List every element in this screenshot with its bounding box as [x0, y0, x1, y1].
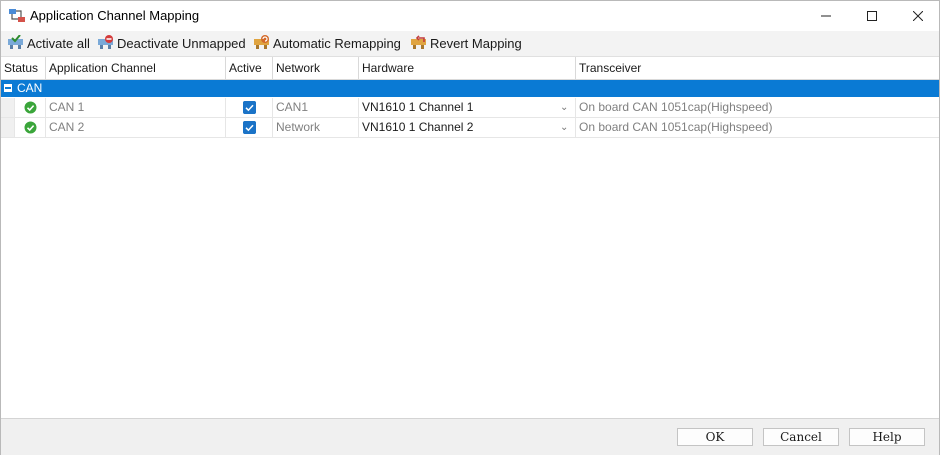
deactivate-unmapped-button[interactable]: Deactivate Unmapped [97, 34, 246, 53]
automatic-remapping-icon [254, 35, 269, 49]
application-channel-cell: CAN 2 [46, 118, 226, 137]
transceiver-cell: On board CAN 1051cap(Highspeed) [579, 120, 773, 134]
status-ok-icon [24, 121, 37, 134]
transceiver-cell: On board CAN 1051cap(Highspeed) [579, 100, 773, 114]
revert-mapping-icon [411, 35, 426, 49]
status-cell [15, 118, 46, 137]
maximize-button[interactable] [849, 1, 895, 31]
network-cell[interactable]: CAN1 [273, 98, 359, 117]
ok-button[interactable]: OK [677, 428, 753, 446]
table-row[interactable]: CAN 1 CAN1 VN1610 1 Channel 1 ⌄ On board… [1, 98, 939, 118]
close-button[interactable] [895, 1, 940, 31]
channel-mapping-grid: Status Application Channel Active Networ… [1, 57, 939, 418]
column-header-network[interactable]: Network [273, 57, 359, 79]
automatic-remapping-label: Automatic Remapping [273, 36, 401, 51]
grid-header: Status Application Channel Active Networ… [1, 57, 939, 80]
application-channel-cell: CAN 1 [46, 98, 226, 117]
deactivate-unmapped-label: Deactivate Unmapped [117, 36, 246, 51]
dialog-footer: OK Cancel Help [1, 418, 939, 455]
network-cell[interactable]: Network [273, 118, 359, 137]
column-header-hardware[interactable]: Hardware [359, 57, 576, 79]
table-row[interactable]: CAN 2 Network VN1610 1 Channel 2 ⌄ On bo… [1, 118, 939, 138]
status-cell [15, 98, 46, 117]
chevron-down-icon[interactable]: ⌄ [560, 118, 568, 137]
hardware-select[interactable]: VN1610 1 Channel 2 ⌄ [359, 118, 576, 137]
activate-all-label: Activate all [27, 36, 90, 51]
title-bar[interactable]: Application Channel Mapping [1, 1, 939, 31]
hardware-value: VN1610 1 Channel 2 [362, 120, 474, 134]
status-ok-icon [24, 101, 37, 114]
column-header-active[interactable]: Active [226, 57, 273, 79]
close-icon [913, 11, 923, 21]
collapse-icon[interactable] [4, 84, 12, 92]
hardware-select[interactable]: VN1610 1 Channel 1 ⌄ [359, 98, 576, 117]
active-checkbox[interactable] [243, 121, 256, 134]
active-cell [226, 118, 273, 137]
minimize-button[interactable] [803, 1, 849, 31]
column-header-transceiver[interactable]: Transceiver [576, 57, 939, 79]
chevron-down-icon[interactable]: ⌄ [560, 98, 568, 117]
active-cell [226, 98, 273, 117]
window-title: Application Channel Mapping [30, 8, 200, 23]
revert-mapping-button[interactable]: Revert Mapping [410, 34, 522, 53]
toolbar: Activate all Deactivate Unmapped Automat… [1, 31, 939, 57]
column-header-status[interactable]: Status [1, 57, 46, 79]
activate-all-button[interactable]: Activate all [7, 34, 90, 53]
group-label: CAN [17, 81, 43, 95]
hardware-value: VN1610 1 Channel 1 [362, 100, 474, 114]
channel-mapping-icon [8, 7, 26, 25]
group-row-can[interactable]: CAN [1, 80, 939, 97]
active-checkbox[interactable] [243, 101, 256, 114]
activate-all-icon [8, 35, 23, 49]
automatic-remapping-button[interactable]: Automatic Remapping [253, 34, 401, 53]
cancel-button[interactable]: Cancel [763, 428, 839, 446]
revert-mapping-label: Revert Mapping [430, 36, 522, 51]
deactivate-unmapped-icon [98, 35, 113, 49]
maximize-icon [867, 11, 877, 21]
application-channel-mapping-window: Application Channel Mapping Activate all [0, 0, 940, 455]
help-button[interactable]: Help [849, 428, 925, 446]
column-header-application-channel[interactable]: Application Channel [46, 57, 226, 79]
minimize-icon [821, 15, 831, 17]
